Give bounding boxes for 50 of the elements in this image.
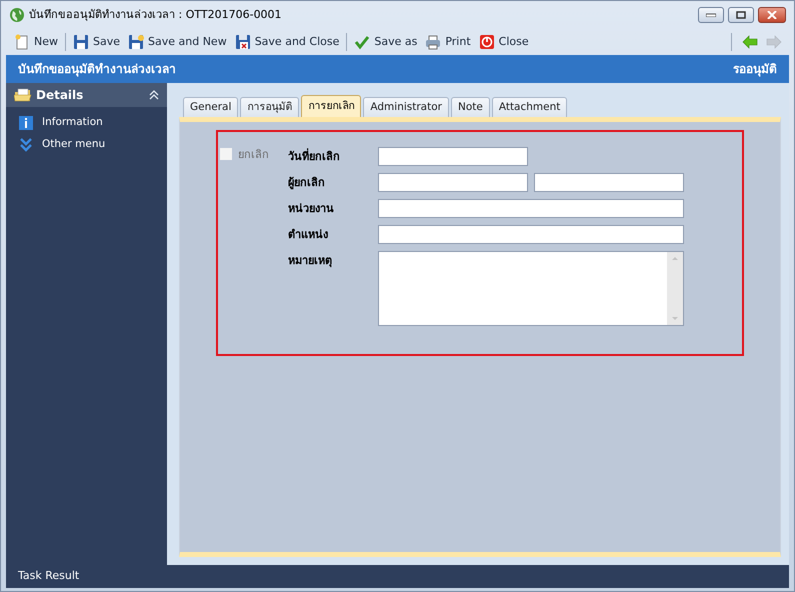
restore-icon bbox=[736, 11, 746, 19]
input-field[interactable] bbox=[378, 173, 528, 192]
collapse-icon[interactable] bbox=[149, 90, 159, 100]
window-title: บันทึกขออนุมัติทำงานล่วงเวลา : OTT201706-0001 bbox=[29, 6, 282, 23]
printer-icon bbox=[425, 34, 442, 50]
form-title: บันทึกขออนุมัติทำงานล่วงเวลา bbox=[18, 61, 176, 78]
status-bar-text: Task Result bbox=[18, 568, 80, 584]
input-field[interactable] bbox=[378, 199, 684, 218]
close-window-button[interactable] bbox=[758, 7, 786, 23]
field-label: วันที่ยกเลิก bbox=[288, 147, 341, 165]
tab[interactable]: Administrator bbox=[363, 97, 449, 117]
toolbar-button[interactable]: Save as bbox=[353, 34, 418, 50]
checkbox-label: ยกเลิก bbox=[238, 147, 269, 163]
toolbar-button[interactable]: New bbox=[13, 34, 59, 50]
toolbar-button[interactable]: Save and New bbox=[127, 34, 228, 50]
globe-icon bbox=[9, 7, 25, 23]
double-chevron-icon bbox=[18, 137, 34, 153]
power-icon bbox=[478, 34, 495, 50]
minimize-button[interactable] bbox=[698, 7, 724, 23]
field-label: หมายเหตุ bbox=[288, 253, 333, 270]
panel-title: Details bbox=[36, 87, 84, 104]
input-field[interactable] bbox=[534, 173, 684, 192]
info-icon bbox=[18, 115, 34, 131]
tab[interactable]: Note bbox=[450, 97, 490, 117]
tab[interactable]: การอนุมัติ bbox=[240, 97, 300, 117]
text-area[interactable] bbox=[378, 251, 684, 326]
tab[interactable]: การยกเลิก bbox=[301, 95, 362, 117]
status-label: รออนุมัติ bbox=[733, 61, 777, 78]
close-icon bbox=[767, 11, 777, 19]
input-field[interactable] bbox=[378, 225, 684, 244]
checkmark-icon bbox=[354, 34, 370, 50]
field-label: ตำแหน่ง bbox=[288, 227, 329, 243]
new-document-icon bbox=[14, 34, 30, 50]
minimize-icon bbox=[706, 13, 716, 17]
field-label: ผู้ยกเลิก bbox=[288, 175, 326, 192]
toolbar-button[interactable]: Print bbox=[424, 34, 472, 50]
input-field[interactable] bbox=[378, 147, 528, 166]
right-arrow-icon bbox=[766, 35, 782, 49]
folder-icon bbox=[14, 88, 32, 102]
field-label: หน่วยงาน bbox=[288, 201, 335, 217]
tab[interactable]: General bbox=[183, 97, 238, 117]
sidebar-item[interactable]: Other menu bbox=[18, 137, 155, 153]
left-arrow-icon bbox=[742, 35, 758, 49]
tab[interactable]: Attachment bbox=[492, 97, 568, 117]
toolbar-button[interactable]: Close bbox=[478, 34, 530, 50]
sidebar-item[interactable]: Information bbox=[18, 115, 155, 131]
toolbar-button[interactable]: Save bbox=[72, 34, 122, 50]
back-button[interactable] bbox=[742, 35, 758, 49]
toolbar-button[interactable]: Save and Close bbox=[234, 34, 340, 50]
maximize-button[interactable] bbox=[728, 7, 754, 23]
